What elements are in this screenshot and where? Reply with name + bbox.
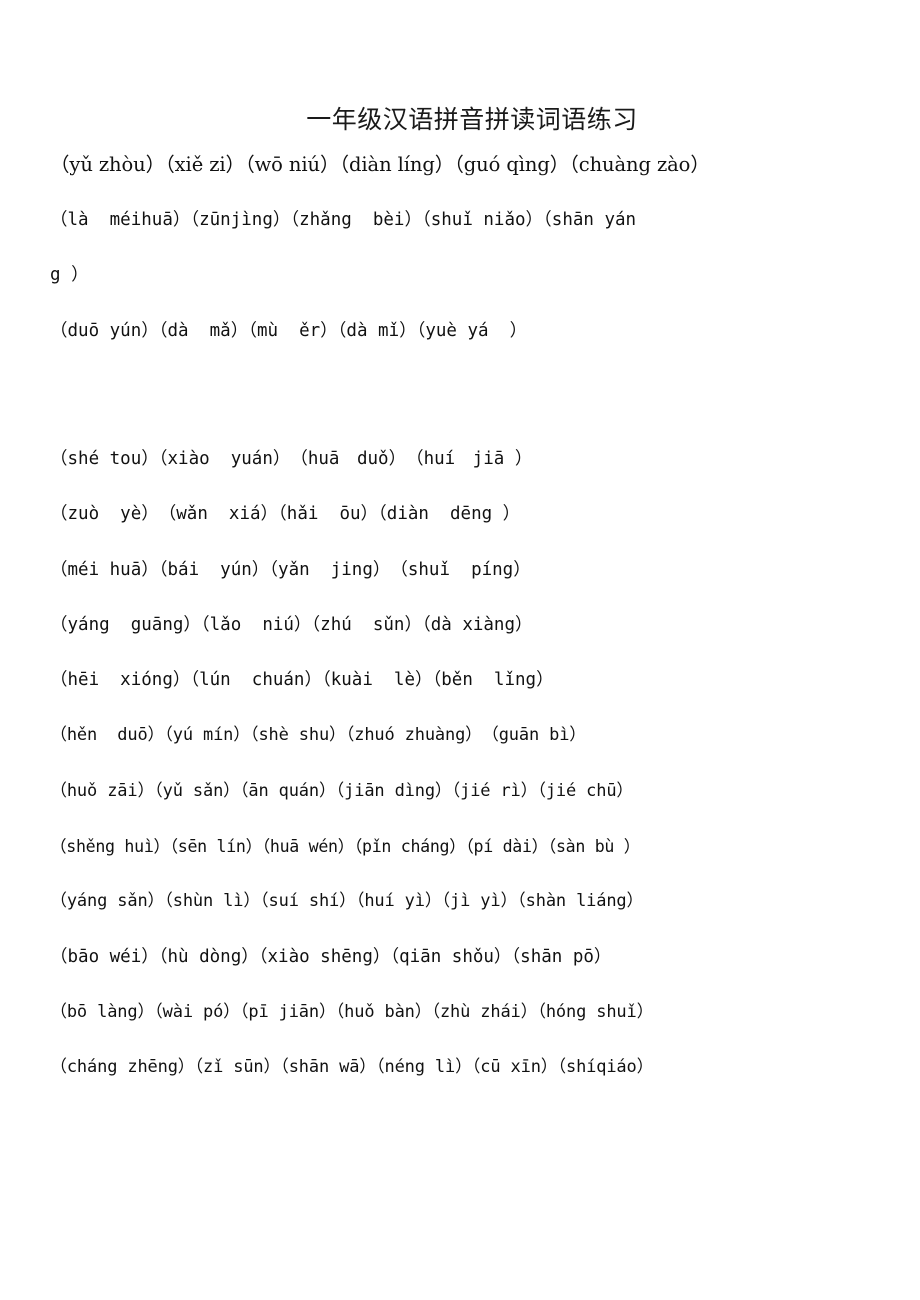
- pinyin-line: （shé tou）（xiào yuán） （huā duǒ） （huí jiā …: [50, 449, 533, 469]
- pinyin-line: （hēi xióng）（lún chuán）（kuài lè）（běn lǐng…: [50, 670, 554, 691]
- pinyin-line: （yáng guāng）（lǎo niú）（zhú sǔn）（dà xiàng）: [50, 614, 533, 635]
- pinyin-line: （shěng huì）（sēn lín）（huā wén）（pǐn cháng）…: [50, 837, 641, 857]
- pinyin-line: （yǔ zhòu）（xiě zi）（wō niú）（diàn líng）（guó…: [50, 153, 710, 176]
- pinyin-line: （yáng sǎn）（shùn lì）（suí shí）（huí yì）（jì …: [50, 891, 644, 912]
- pinyin-line: （hěn duō）（yú mín）（shè shu）（zhuó zhuàng） …: [50, 725, 587, 746]
- pinyin-line: （là méihuā）（zūnjìng）（zhǎng bèi）（shuǐ niǎ…: [50, 209, 637, 230]
- pinyin-group-second: （shé tou）（xiào yuán） （huā duǒ） （huí jiā …: [0, 432, 920, 1096]
- pinyin-line: （méi huā）（bái yún）（yǎn jing） （shuǐ píng）: [50, 559, 531, 580]
- pinyin-line: （cháng zhēng）（zǐ sūn）（shān wā）（néng lì）（…: [50, 1057, 654, 1078]
- pinyin-line-wrap: g ）: [50, 265, 89, 285]
- pinyin-group-first: （yǔ zhòu）（xiě zi）（wō niú）（diàn líng）（guó…: [0, 137, 920, 359]
- pinyin-line: （bāo wéi）（hù dòng）（xiào shēng）（qiān shǒu…: [50, 946, 612, 967]
- pinyin-line: （zuò yè） （wǎn xiá）（hǎi ōu）（diàn dēng ）: [50, 504, 521, 525]
- worksheet-page: 一年级汉语拼音拼读词语练习 （yǔ zhòu）（xiě zi）（wō niú）（…: [0, 0, 920, 1300]
- pinyin-line: （duō yún）（dà mǎ）（mù ěr）（dà mǐ）（yuè yá ）: [50, 320, 528, 341]
- pinyin-line: （huǒ zāi）（yǔ sǎn）（ān quán）（jiān dìng）（ji…: [50, 780, 634, 801]
- pinyin-line: （bō làng）（wài pó）（pī jiān）（huǒ bàn）（zhù …: [50, 1001, 654, 1022]
- page-title: 一年级汉语拼音拼读词语练习: [306, 105, 638, 134]
